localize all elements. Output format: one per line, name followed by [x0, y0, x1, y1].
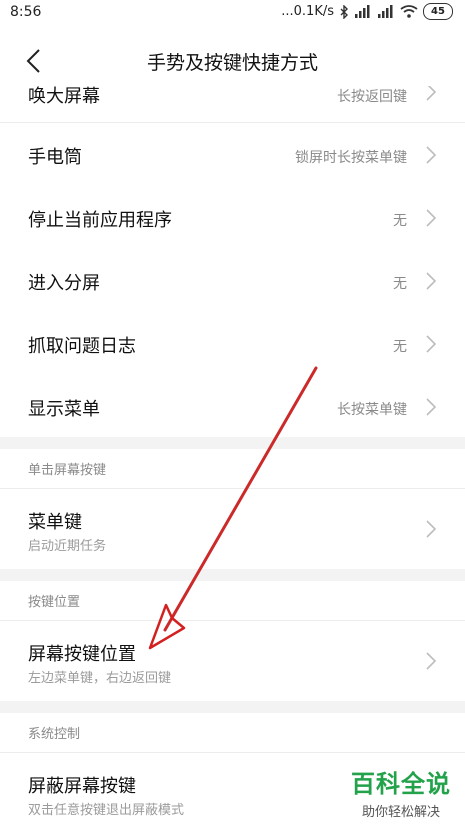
settings-row-show-menu[interactable]: 显示菜单 长按菜单键 — [0, 375, 465, 437]
row-title: 停止当前应用程序 — [28, 210, 172, 231]
settings-row-bug-log[interactable]: 抓取问题日志 无 — [0, 312, 465, 376]
page-title: 手势及按键快捷方式 — [146, 52, 318, 74]
row-title: 菜单键 — [28, 512, 82, 533]
signal-icon-2 — [378, 5, 393, 18]
section-divider — [0, 569, 465, 581]
chevron-right-icon — [426, 272, 437, 290]
chevron-right-icon — [426, 652, 437, 670]
section-label: 按键位置 — [28, 595, 81, 610]
chevron-right-icon — [426, 335, 437, 353]
section-header-single-tap: 单击屏幕按键 — [0, 449, 465, 489]
watermark-main: 百科全说 — [351, 770, 451, 798]
settings-row-flashlight[interactable]: 手电筒 锁屏时长按菜单键 — [0, 123, 465, 187]
row-subtitle: 启动近期任务 — [28, 539, 107, 554]
section-divider — [0, 437, 465, 449]
status-time: 8:56 — [10, 4, 42, 20]
section-label: 单击屏幕按键 — [28, 463, 107, 478]
section-header-system-control: 系统控制 — [0, 713, 465, 753]
section-divider — [0, 701, 465, 713]
row-title: 进入分屏 — [28, 273, 100, 294]
settings-row-screen-key-position[interactable]: 屏幕按键位置 左边菜单键，右边返回键 — [0, 621, 465, 701]
row-value: 长按菜单键 — [337, 402, 407, 418]
battery-icon: 45 — [423, 3, 453, 20]
chevron-right-icon — [426, 209, 437, 227]
bluetooth-icon — [340, 4, 348, 19]
row-value: 无 — [393, 276, 407, 292]
status-icons: ...0.1K/s 45 — [281, 3, 453, 20]
row-title: 手电筒 — [28, 147, 82, 168]
status-bar: 8:56 ...0.1K/s 45 — [0, 0, 465, 26]
row-subtitle: 双击任意按键退出屏蔽模式 — [28, 803, 185, 818]
settings-row-split-screen[interactable]: 进入分屏 无 — [0, 249, 465, 313]
section-label: 系统控制 — [28, 727, 81, 742]
row-value: 无 — [393, 339, 407, 355]
row-value: 锁屏时长按菜单键 — [295, 150, 407, 166]
row-subtitle: 左边菜单键，右边返回键 — [28, 671, 172, 686]
header-overlay: 手势及按键快捷方式 — [0, 26, 465, 96]
row-title: 屏蔽屏幕按键 — [28, 776, 136, 797]
signal-icon — [355, 5, 370, 18]
row-value: 无 — [393, 213, 407, 229]
section-header-key-position: 按键位置 — [0, 581, 465, 621]
chevron-right-icon — [426, 398, 437, 416]
watermark-logo: 百科全说 助你轻松解决 — [351, 764, 451, 820]
chevron-right-icon — [426, 146, 437, 164]
row-title: 抓取问题日志 — [28, 336, 136, 357]
network-speed: ...0.1K/s — [281, 4, 334, 19]
wifi-icon — [400, 5, 418, 18]
row-title: 屏幕按键位置 — [28, 644, 136, 665]
row-title: 显示菜单 — [28, 399, 100, 420]
chevron-right-icon — [426, 520, 437, 538]
settings-row-menu-key[interactable]: 菜单键 启动近期任务 — [0, 489, 465, 569]
settings-row-stop-app[interactable]: 停止当前应用程序 无 — [0, 186, 465, 250]
watermark-sub: 助你轻松解决 — [361, 805, 440, 820]
